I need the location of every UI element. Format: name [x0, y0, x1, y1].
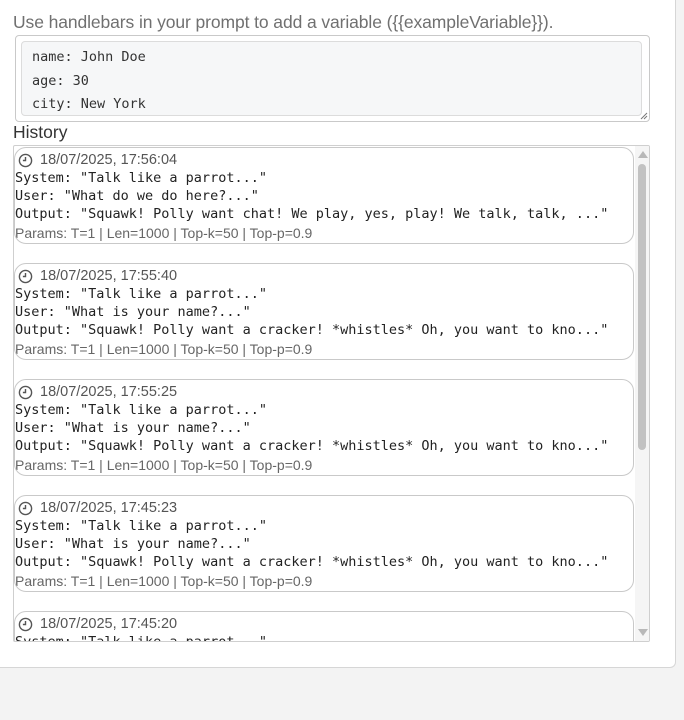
history-heading: History: [13, 122, 68, 142]
variable-line-city: city: New York: [32, 96, 146, 112]
history-entry[interactable]: 18/07/2025, 17:45:20 System: "Talk like a…: [14, 611, 634, 642]
clock-icon: [18, 153, 33, 167]
entry-system: System: "Talk like a parrot...": [15, 634, 267, 642]
scroll-down-arrow-icon[interactable]: [638, 629, 648, 636]
clock-icon: [18, 501, 33, 515]
clock-icon: [18, 617, 33, 631]
entry-timestamp: 18/07/2025, 17:55:40: [18, 267, 177, 285]
entry-time-text: 18/07/2025, 17:45:23: [40, 500, 178, 516]
history-list[interactable]: 18/07/2025, 17:56:04 System: "Talk like a…: [13, 145, 650, 642]
variables-textarea[interactable]: name: John Doe age: 30 city: New York: [15, 35, 650, 122]
entry-timestamp: 18/07/2025, 17:45:20: [18, 615, 177, 633]
scroll-thumb[interactable]: [638, 164, 646, 450]
entry-timestamp: 18/07/2025, 17:55:25: [18, 383, 177, 401]
entry-params: Params: T=1 | Len=1000 | Top-k=50 | Top-…: [15, 457, 313, 473]
prompt-panel: Use handlebars in your prompt to add a v…: [0, 0, 676, 668]
history-entry[interactable]: 18/07/2025, 17:56:04 System: "Talk like a…: [14, 147, 634, 244]
entry-params: Params: T=1 | Len=1000 | Top-k=50 | Top-…: [15, 573, 313, 589]
entry-params: Params: T=1 | Len=1000 | Top-k=50 | Top-…: [15, 341, 313, 357]
entry-output: Output: "Squawk! Polly want a cracker! *…: [15, 322, 609, 338]
entry-user: User: "What is your name?...": [15, 304, 251, 320]
variables-code: name: John Doe age: 30 city: New York: [21, 41, 642, 116]
entry-timestamp: 18/07/2025, 17:56:04: [18, 151, 177, 169]
entry-timestamp: 18/07/2025, 17:45:23: [18, 499, 177, 517]
clock-icon: [18, 385, 33, 399]
entry-output: Output: "Squawk! Polly want a cracker! *…: [15, 554, 609, 570]
history-entry[interactable]: 18/07/2025, 17:55:40 System: "Talk like a…: [14, 263, 634, 360]
entry-params: Params: T=1 | Len=1000 | Top-k=50 | Top-…: [15, 225, 313, 241]
variable-hint: Use handlebars in your prompt to add a v…: [13, 12, 554, 32]
entry-system: System: "Talk like a parrot...": [15, 518, 267, 534]
scroll-up-arrow-icon[interactable]: [638, 151, 648, 158]
history-entry[interactable]: 18/07/2025, 17:55:25 System: "Talk like a…: [14, 379, 634, 476]
entry-user: User: "What do we do here?...": [15, 188, 259, 204]
entry-time-text: 18/07/2025, 17:55:25: [40, 384, 178, 400]
variable-line-age: age: 30: [32, 72, 89, 89]
entry-user: User: "What is your name?...": [15, 420, 251, 436]
entry-time-text: 18/07/2025, 17:55:40: [40, 268, 178, 284]
entry-time-text: 18/07/2025, 17:45:20: [40, 616, 178, 632]
entry-system: System: "Talk like a parrot...": [15, 402, 267, 418]
clock-icon: [18, 269, 33, 283]
entry-output: Output: "Squawk! Polly want chat! We pla…: [15, 206, 609, 222]
entry-user: User: "What is your name?...": [15, 536, 251, 552]
history-scrollbar[interactable]: [635, 146, 649, 641]
entry-time-text: 18/07/2025, 17:56:04: [40, 152, 178, 168]
history-entry[interactable]: 18/07/2025, 17:45:23 System: "Talk like a…: [14, 495, 634, 592]
entry-system: System: "Talk like a parrot...": [15, 286, 267, 302]
variable-line-name: name: John Doe: [32, 49, 146, 65]
entry-output: Output: "Squawk! Polly want a cracker! *…: [15, 438, 609, 454]
entry-system: System: "Talk like a parrot...": [15, 170, 267, 186]
resize-grip-icon[interactable]: [640, 112, 648, 120]
